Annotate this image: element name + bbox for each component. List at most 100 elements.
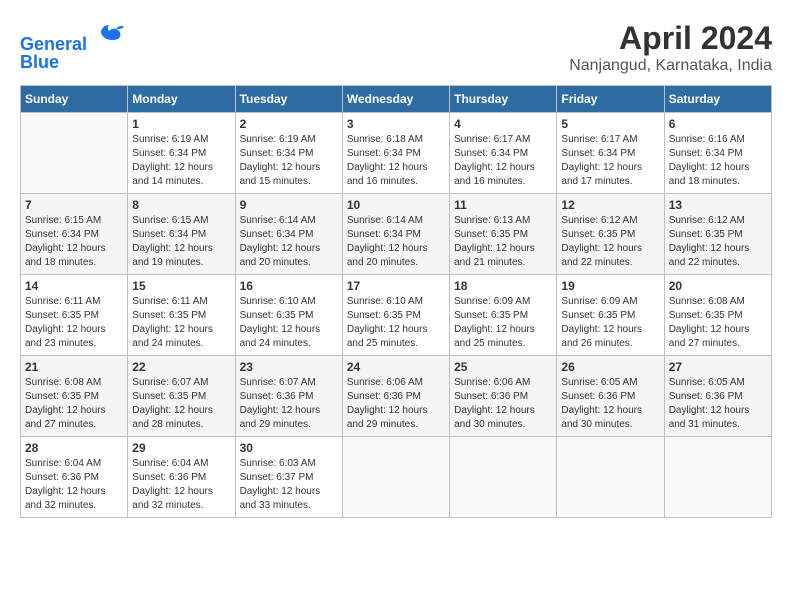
calendar-cell: 22Sunrise: 6:07 AMSunset: 6:35 PMDayligh…: [128, 356, 235, 437]
day-number: 28: [25, 441, 123, 455]
calendar-cell: 1Sunrise: 6:19 AMSunset: 6:34 PMDaylight…: [128, 113, 235, 194]
calendar-cell: 27 Sunrise: 6:05 AMSunset: 6:36 PMDayligh…: [664, 356, 771, 437]
day-number: 23: [240, 360, 338, 374]
calendar-cell: 12 Sunrise: 6:12 AMSunset: 6:35 PMDayligh…: [557, 194, 664, 275]
day-info: Sunrise: 6:06 AMSunset: 6:36 PMDaylight:…: [454, 376, 552, 432]
calendar-cell: 18 Sunrise: 6:09 AMSunset: 6:35 PMDayligh…: [450, 275, 557, 356]
logo: General Blue: [20, 20, 124, 73]
day-info: Sunrise: 6:12 AMSunset: 6:35 PMDaylight:…: [669, 214, 767, 270]
day-info: Sunrise: 6:15 AMSunset: 6:34 PMDaylight:…: [132, 214, 230, 270]
day-number: 16: [240, 279, 338, 293]
calendar-cell: 21 Sunrise: 6:08 AMSunset: 6:35 PMDayligh…: [21, 356, 128, 437]
day-info: Sunrise: 6:11 AMSunset: 6:35 PMDaylight:…: [25, 295, 123, 351]
calendar-cell: 7 Sunrise: 6:15 AMSunset: 6:34 PMDaylight…: [21, 194, 128, 275]
day-info: Sunrise: 6:05 AMSunset: 6:36 PMDaylight:…: [669, 376, 767, 432]
day-number: 5: [561, 117, 659, 131]
calendar-week-4: 21 Sunrise: 6:08 AMSunset: 6:35 PMDayligh…: [21, 356, 772, 437]
day-info: Sunrise: 6:11 AMSunset: 6:35 PMDaylight:…: [132, 295, 230, 351]
calendar-cell: 4 Sunrise: 6:17 AMSunset: 6:34 PMDaylight…: [450, 113, 557, 194]
calendar-cell: 20 Sunrise: 6:08 AMSunset: 6:35 PMDayligh…: [664, 275, 771, 356]
main-title: April 2024: [569, 20, 772, 57]
logo-text: General: [20, 20, 124, 55]
day-info: Sunrise: 6:13 AMSunset: 6:35 PMDaylight:…: [454, 214, 552, 270]
day-info: Sunrise: 6:16 AMSunset: 6:34 PMDaylight:…: [669, 133, 767, 189]
day-number: 20: [669, 279, 767, 293]
calendar-cell: 13 Sunrise: 6:12 AMSunset: 6:35 PMDayligh…: [664, 194, 771, 275]
calendar-table: SundayMondayTuesdayWednesdayThursdayFrid…: [20, 85, 772, 518]
day-number: 9: [240, 198, 338, 212]
day-info: Sunrise: 6:18 AMSunset: 6:34 PMDaylight:…: [347, 133, 445, 189]
day-info: Sunrise: 6:12 AMSunset: 6:35 PMDaylight:…: [561, 214, 659, 270]
day-info: Sunrise: 6:06 AMSunset: 6:36 PMDaylight:…: [347, 376, 445, 432]
calendar-header-monday: Monday: [128, 86, 235, 113]
day-info: Sunrise: 6:10 AMSunset: 6:35 PMDaylight:…: [240, 295, 338, 351]
day-number: 15: [132, 279, 230, 293]
calendar-cell: 14Sunrise: 6:11 AMSunset: 6:35 PMDayligh…: [21, 275, 128, 356]
calendar-cell: 6 Sunrise: 6:16 AMSunset: 6:34 PMDaylight…: [664, 113, 771, 194]
day-info: Sunrise: 6:04 AMSunset: 6:36 PMDaylight:…: [25, 457, 123, 513]
calendar-cell: 26Sunrise: 6:05 AMSunset: 6:36 PMDayligh…: [557, 356, 664, 437]
calendar-cell: [664, 437, 771, 518]
calendar-cell: 25 Sunrise: 6:06 AMSunset: 6:36 PMDayligh…: [450, 356, 557, 437]
calendar-cell: 28 Sunrise: 6:04 AMSunset: 6:36 PMDayligh…: [21, 437, 128, 518]
day-info: Sunrise: 6:08 AMSunset: 6:35 PMDaylight:…: [25, 376, 123, 432]
day-number: 12: [561, 198, 659, 212]
day-number: 25: [454, 360, 552, 374]
day-number: 8: [132, 198, 230, 212]
calendar-cell: 17Sunrise: 6:10 AMSunset: 6:35 PMDayligh…: [342, 275, 449, 356]
day-number: 3: [347, 117, 445, 131]
calendar-header-tuesday: Tuesday: [235, 86, 342, 113]
day-number: 13: [669, 198, 767, 212]
calendar-cell: 5Sunrise: 6:17 AMSunset: 6:34 PMDaylight…: [557, 113, 664, 194]
day-info: Sunrise: 6:14 AMSunset: 6:34 PMDaylight:…: [347, 214, 445, 270]
calendar-cell: [450, 437, 557, 518]
subtitle: Nanjangud, Karnataka, India: [569, 57, 772, 75]
calendar-cell: [342, 437, 449, 518]
calendar-cell: 9 Sunrise: 6:14 AMSunset: 6:34 PMDaylight…: [235, 194, 342, 275]
day-number: 6: [669, 117, 767, 131]
day-info: Sunrise: 6:08 AMSunset: 6:35 PMDaylight:…: [669, 295, 767, 351]
day-number: 11: [454, 198, 552, 212]
calendar-cell: [21, 113, 128, 194]
calendar-header-saturday: Saturday: [664, 86, 771, 113]
calendar-header-row: SundayMondayTuesdayWednesdayThursdayFrid…: [21, 86, 772, 113]
day-number: 19: [561, 279, 659, 293]
day-info: Sunrise: 6:03 AMSunset: 6:37 PMDaylight:…: [240, 457, 338, 513]
day-number: 30: [240, 441, 338, 455]
calendar-week-3: 14Sunrise: 6:11 AMSunset: 6:35 PMDayligh…: [21, 275, 772, 356]
day-info: Sunrise: 6:17 AMSunset: 6:34 PMDaylight:…: [454, 133, 552, 189]
title-block: April 2024 Nanjangud, Karnataka, India: [569, 20, 772, 75]
calendar-header-thursday: Thursday: [450, 86, 557, 113]
day-info: Sunrise: 6:15 AMSunset: 6:34 PMDaylight:…: [25, 214, 123, 270]
day-info: Sunrise: 6:09 AMSunset: 6:35 PMDaylight:…: [561, 295, 659, 351]
calendar-header-sunday: Sunday: [21, 86, 128, 113]
day-info: Sunrise: 6:19 AMSunset: 6:34 PMDaylight:…: [240, 133, 338, 189]
day-number: 7: [25, 198, 123, 212]
logo-bird-icon: [94, 20, 124, 50]
day-number: 29: [132, 441, 230, 455]
day-number: 21: [25, 360, 123, 374]
calendar-cell: 24 Sunrise: 6:06 AMSunset: 6:36 PMDayligh…: [342, 356, 449, 437]
calendar-cell: 30 Sunrise: 6:03 AMSunset: 6:37 PMDayligh…: [235, 437, 342, 518]
calendar-cell: 19 Sunrise: 6:09 AMSunset: 6:35 PMDayligh…: [557, 275, 664, 356]
calendar-header-wednesday: Wednesday: [342, 86, 449, 113]
day-number: 27: [669, 360, 767, 374]
calendar-week-5: 28 Sunrise: 6:04 AMSunset: 6:36 PMDayligh…: [21, 437, 772, 518]
day-info: Sunrise: 6:07 AMSunset: 6:36 PMDaylight:…: [240, 376, 338, 432]
calendar-cell: 29Sunrise: 6:04 AMSunset: 6:36 PMDayligh…: [128, 437, 235, 518]
calendar-cell: 3 Sunrise: 6:18 AMSunset: 6:34 PMDaylight…: [342, 113, 449, 194]
calendar-cell: 16 Sunrise: 6:10 AMSunset: 6:35 PMDayligh…: [235, 275, 342, 356]
day-number: 24: [347, 360, 445, 374]
day-info: Sunrise: 6:19 AMSunset: 6:34 PMDaylight:…: [132, 133, 230, 189]
calendar-cell: 2Sunrise: 6:19 AMSunset: 6:34 PMDaylight…: [235, 113, 342, 194]
day-number: 4: [454, 117, 552, 131]
logo-general: General: [20, 34, 87, 54]
calendar-week-1: 1Sunrise: 6:19 AMSunset: 6:34 PMDaylight…: [21, 113, 772, 194]
day-info: Sunrise: 6:07 AMSunset: 6:35 PMDaylight:…: [132, 376, 230, 432]
day-info: Sunrise: 6:14 AMSunset: 6:34 PMDaylight:…: [240, 214, 338, 270]
logo-blue: Blue: [20, 53, 124, 73]
day-number: 17: [347, 279, 445, 293]
calendar-cell: 15 Sunrise: 6:11 AMSunset: 6:35 PMDayligh…: [128, 275, 235, 356]
day-number: 18: [454, 279, 552, 293]
day-info: Sunrise: 6:09 AMSunset: 6:35 PMDaylight:…: [454, 295, 552, 351]
